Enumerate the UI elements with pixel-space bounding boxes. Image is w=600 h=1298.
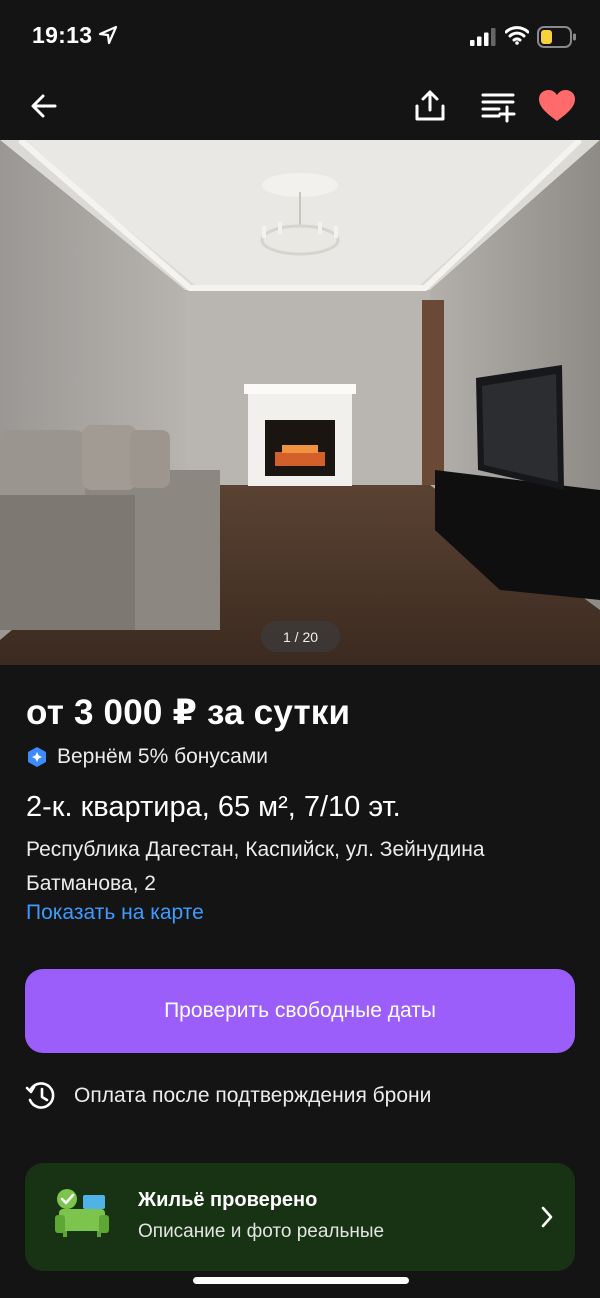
wifi-icon [504,25,530,50]
payment-text: Оплата после подтверждения брони [74,1084,432,1107]
payment-info: Оплата после подтверждения брони [25,1080,431,1112]
compare-button[interactable] [478,86,518,126]
history-clock-icon [25,1082,55,1109]
verified-card[interactable]: Жильё проверено Описание и фото реальные [25,1163,575,1271]
compare-list-icon [481,93,516,123]
bonus-text: Вернём 5% бонусами [57,745,269,768]
share-icon [415,90,445,121]
battery-icon [537,26,577,53]
show-on-map-link[interactable]: Показать на карте [26,901,204,925]
verified-subtitle: Описание и фото реальные [138,1221,385,1242]
back-arrow-icon [31,94,57,118]
verified-title: Жильё проверено [138,1189,318,1211]
chevron-right-icon [541,1206,553,1228]
favorite-button[interactable] [537,86,577,126]
bonus-row: Вернём 5% бонусами [26,745,268,769]
photo-counter: 1 / 20 [261,621,340,652]
share-button[interactable] [410,86,450,126]
status-bar: 19:13 [0,0,600,74]
cellular-signal-icon [470,28,496,51]
price: от 3 000 ₽ за сутки [26,693,351,732]
listing-address: Республика Дагестан, Каспийск, ул. Зейну… [26,838,485,895]
home-indicator[interactable] [193,1277,409,1284]
listing-title: 2-к. квартира, 65 м², 7/10 эт. [26,791,401,823]
heart-icon [539,90,575,121]
bonus-badge-icon [28,747,46,767]
verified-sofa-icon [55,1189,109,1237]
check-dates-button[interactable]: Проверить свободные даты [25,969,575,1053]
status-time: 19:13 [32,22,93,48]
back-button[interactable] [24,86,64,126]
listing-photo[interactable] [0,140,600,665]
location-arrow-icon [98,25,118,50]
top-navigation [0,74,600,140]
